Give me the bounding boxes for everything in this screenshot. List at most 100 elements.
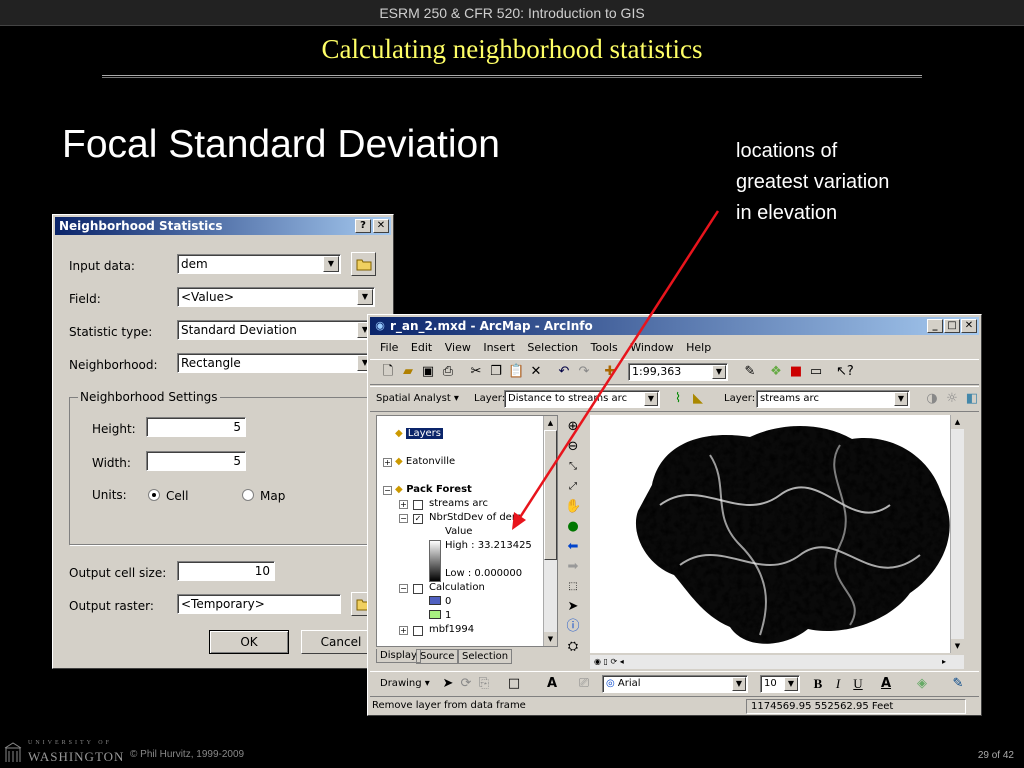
tab-display[interactable]: Display (376, 649, 421, 663)
font-select[interactable]: ◎ Arial ▼ (602, 675, 748, 693)
sa-layer-select[interactable]: Distance to streams arc ▼ (504, 390, 660, 408)
chevron-down-icon[interactable]: ▼ (894, 392, 908, 406)
close-button[interactable]: ✕ (961, 319, 977, 333)
print-icon[interactable]: ⎙ (440, 364, 456, 380)
tab-selection[interactable]: Selection (458, 649, 513, 664)
open-icon[interactable]: ▰ (400, 364, 416, 380)
menu-file[interactable]: File (380, 341, 398, 354)
nbrstddev-layer[interactable]: NbrStdDev of dem (429, 512, 522, 523)
tab-source[interactable]: Source (416, 649, 459, 664)
menu-selection[interactable]: Selection (527, 341, 578, 354)
forward-extent-icon[interactable]: ➡ (565, 559, 581, 575)
unit-map-radio[interactable] (242, 489, 254, 501)
layer-checkbox[interactable]: ✓ (413, 514, 423, 524)
copy-icon[interactable]: ❐ (488, 364, 504, 380)
back-extent-icon[interactable]: ⬅ (565, 539, 581, 555)
editor-icon[interactable]: ✎ (742, 364, 758, 380)
select-features-icon[interactable]: ⬚ (565, 579, 581, 595)
find-icon[interactable]: ⛭ (565, 639, 581, 655)
italic-icon[interactable]: I (830, 676, 846, 692)
font-size-select[interactable]: 10 ▼ (760, 675, 800, 693)
whats-this-icon[interactable]: ↖? (836, 364, 854, 380)
scroll-down-icon[interactable]: ▼ (544, 632, 557, 646)
unit-cell-radio[interactable] (148, 489, 160, 501)
brightness-icon[interactable]: ☼ (944, 391, 960, 407)
add-data-icon[interactable]: ✚ (602, 364, 618, 380)
mbf1994-layer[interactable]: mbf1994 (429, 624, 474, 635)
menu-help[interactable]: Help (686, 341, 711, 354)
paste-icon[interactable]: 📋 (508, 364, 524, 380)
layers-node[interactable]: ◆ Layers (395, 428, 443, 439)
font-color-icon[interactable]: A (878, 676, 894, 692)
scroll-thumb[interactable] (544, 430, 557, 560)
toc-scrollbar[interactable]: ▲ ▼ (543, 416, 557, 646)
command-line-icon[interactable]: ▭ (808, 364, 824, 380)
pan-icon[interactable]: ✋ (565, 499, 581, 515)
undo-icon[interactable]: ↶ (556, 364, 572, 380)
expand-icon[interactable]: + (383, 458, 392, 467)
map-vscroll[interactable]: ▲ ▼ (950, 415, 964, 653)
layer-checkbox[interactable] (413, 626, 423, 636)
scroll-right-icon[interactable]: ▸ (942, 655, 946, 669)
data-view-icon[interactable]: ◉ ▯ ⟳ ◂ (594, 657, 624, 666)
histogram-icon[interactable]: ⌇ (670, 391, 686, 407)
menu-tools[interactable]: Tools (591, 341, 618, 354)
spatial-analyst-menu[interactable]: Spatial Analyst ▾ (376, 393, 459, 404)
field-select[interactable]: <Value> ▼ (177, 287, 375, 307)
output-raster-input[interactable]: <Temporary> (177, 594, 341, 614)
minimize-button[interactable]: _ (927, 319, 943, 333)
close-button[interactable]: ✕ (373, 219, 389, 233)
catalog-icon[interactable]: ❖ (768, 364, 784, 380)
layer-checkbox[interactable] (413, 500, 423, 510)
chevron-down-icon[interactable]: ▼ (644, 392, 658, 406)
layer-select[interactable]: streams arc ▼ (756, 390, 910, 408)
map-hscroll[interactable]: ◉ ▯ ⟳ ◂ ▸ (590, 655, 964, 669)
line-color-icon[interactable]: ✎ (950, 676, 966, 692)
neighborhood-select[interactable]: Rectangle ▼ (177, 353, 375, 373)
height-input[interactable]: 5 (146, 417, 246, 437)
statistic-type-select[interactable]: Standard Deviation ▼ (177, 320, 375, 340)
cut-icon[interactable]: ✂ (468, 364, 484, 380)
identify-icon[interactable]: ⓘ (565, 619, 581, 635)
fill-color-icon[interactable]: ◈ (914, 676, 930, 692)
layer-checkbox[interactable] (413, 584, 423, 594)
delete-icon[interactable]: ✕ (528, 364, 544, 380)
browse-folder-button[interactable] (351, 252, 376, 276)
drawing-menu[interactable]: Drawing ▾ (380, 678, 430, 689)
map-canvas[interactable]: ▲ ▼ (590, 415, 964, 653)
output-cell-size-input[interactable]: 10 (177, 561, 275, 581)
eatonville-node[interactable]: ◆ Eatonville (395, 456, 455, 467)
maximize-button[interactable]: □ (944, 319, 960, 333)
underline-icon[interactable]: U (850, 676, 866, 692)
new-icon[interactable]: 🗋 (380, 364, 396, 380)
menu-edit[interactable]: Edit (411, 341, 432, 354)
scale-select[interactable]: 1:99,363 ▼ (628, 363, 728, 381)
chevron-down-icon[interactable]: ▼ (323, 256, 339, 272)
layer-props-icon[interactable]: ◣ (690, 391, 706, 407)
fixed-zoom-in-icon[interactable]: ⤡ (565, 459, 581, 475)
toolbox-icon[interactable]: ■ (788, 364, 804, 380)
menu-insert[interactable]: Insert (483, 341, 515, 354)
calculation-layer[interactable]: Calculation (429, 582, 485, 593)
bold-icon[interactable]: B (810, 676, 826, 692)
input-data-select[interactable]: dem ▼ (177, 254, 341, 274)
callout-icon[interactable]: ⎚ (576, 676, 592, 692)
chevron-down-icon[interactable]: ▼ (732, 677, 746, 691)
full-extent-icon[interactable]: ● (565, 519, 581, 535)
zoom-out-icon[interactable]: ⊖ (565, 439, 581, 455)
chevron-down-icon[interactable]: ▼ (357, 289, 373, 305)
width-input[interactable]: 5 (146, 451, 246, 471)
help-button[interactable]: ? (355, 219, 371, 233)
collapse-icon[interactable]: − (383, 486, 392, 495)
collapse-icon[interactable]: − (399, 584, 408, 593)
expand-icon[interactable]: + (399, 626, 408, 635)
collapse-icon[interactable]: − (399, 514, 408, 523)
zoom-whole-page-icon[interactable]: ⎘ (476, 676, 492, 692)
streams-arc-layer[interactable]: streams arc (429, 498, 488, 509)
select-elements-icon[interactable]: ➤ (565, 599, 581, 615)
rectangle-icon[interactable]: □ (506, 676, 522, 692)
chevron-down-icon[interactable]: ▼ (784, 677, 798, 691)
scroll-up-icon[interactable]: ▲ (951, 415, 964, 429)
contrast-icon[interactable]: ◑ (924, 391, 940, 407)
text-icon[interactable]: A (544, 676, 560, 692)
